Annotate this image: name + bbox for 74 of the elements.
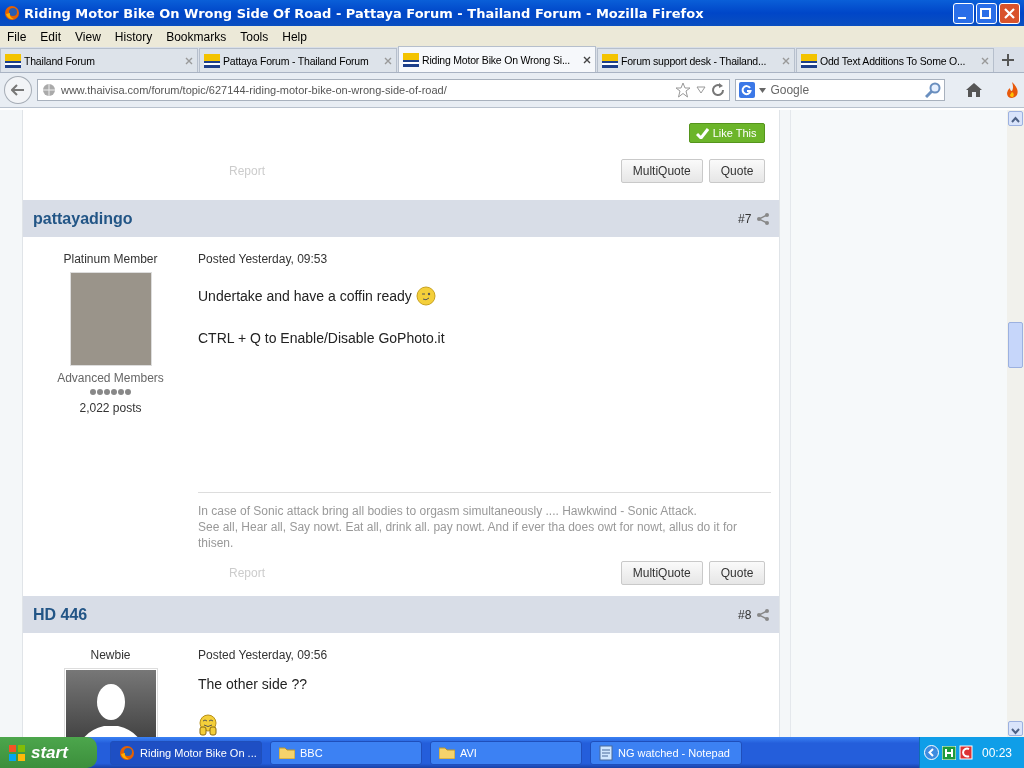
site-logo-icon bbox=[204, 53, 220, 68]
taskbar-button[interactable]: AVI bbox=[430, 740, 582, 765]
search-icon[interactable] bbox=[925, 82, 941, 98]
check-icon bbox=[695, 127, 709, 139]
taskbar-button[interactable]: NG watched - Notepad bbox=[590, 740, 742, 765]
clock: 00:23 bbox=[981, 745, 1012, 760]
globe-icon bbox=[41, 83, 56, 97]
member-group: Advanced Members bbox=[57, 371, 164, 385]
share-icon[interactable] bbox=[757, 608, 770, 621]
site-logo-icon bbox=[801, 53, 817, 68]
star-icon[interactable] bbox=[675, 82, 692, 98]
member-rank: Newbie bbox=[90, 648, 131, 662]
post-date: Posted Yesterday, 09:56 bbox=[198, 648, 329, 662]
share-icon[interactable] bbox=[757, 212, 770, 225]
browser-tab[interactable]: Forum support desk - Thailand... bbox=[597, 48, 795, 72]
thumbs-up-emoji-icon bbox=[198, 714, 218, 736]
wink-emoji-icon bbox=[415, 286, 436, 306]
menu-item[interactable]: Help bbox=[275, 29, 314, 44]
windows-logo-icon bbox=[8, 743, 26, 762]
post-text: The other side ?? bbox=[198, 676, 307, 692]
signature-text: In case of Sonic attack bring all bodies to orgasm simultaneously .... Hawkwind - Sonic Attack. bbox=[198, 503, 698, 519]
menu-item[interactable]: View bbox=[68, 29, 108, 44]
firefox-icon bbox=[119, 744, 135, 761]
start-button[interactable]: start bbox=[0, 737, 97, 768]
dropdown-icon[interactable] bbox=[696, 86, 707, 94]
flame-icon[interactable] bbox=[1004, 81, 1020, 99]
taskbar-button[interactable]: Riding Motor Bike On ... bbox=[110, 740, 262, 765]
chevron-left-icon[interactable] bbox=[924, 745, 939, 760]
folder-icon bbox=[279, 746, 295, 759]
username[interactable]: pattayadingo bbox=[33, 209, 739, 228]
back-button[interactable] bbox=[4, 76, 32, 104]
quote-button[interactable]: Quote bbox=[708, 561, 766, 585]
username[interactable]: HD 446 bbox=[33, 605, 739, 624]
folder-icon bbox=[439, 746, 455, 759]
search-field[interactable]: Google bbox=[735, 79, 945, 101]
firefox-icon bbox=[4, 5, 20, 21]
reload-icon[interactable] bbox=[711, 83, 726, 97]
site-logo-icon bbox=[403, 52, 419, 67]
quote-button[interactable]: MultiQuote bbox=[620, 561, 703, 585]
plus-icon[interactable] bbox=[1002, 54, 1014, 66]
menu-item[interactable]: Tools bbox=[233, 29, 276, 44]
post-count: 2,022 posts bbox=[79, 401, 142, 415]
site-logo-icon bbox=[602, 53, 618, 68]
browser-tab[interactable]: Thailand Forum bbox=[0, 48, 198, 72]
signature-text: See all, Hear all, Say nowt. Eat all, drink all. pay nowt. And if ever tha does owt for nowt, allus do it for thisen. bbox=[198, 519, 738, 551]
post-text: Undertake and have a coffin ready bbox=[198, 288, 412, 304]
notepad-icon bbox=[599, 744, 613, 761]
post-text: CTRL + Q to Enable/Disable GoPhoto.it bbox=[198, 330, 445, 346]
quote-button[interactable]: Quote bbox=[708, 159, 766, 183]
site-logo-icon bbox=[5, 53, 21, 68]
scrollbar[interactable] bbox=[1007, 110, 1024, 737]
member-rank: Platinum Member bbox=[63, 252, 158, 266]
quote-button[interactable]: MultiQuote bbox=[620, 159, 703, 183]
post-number[interactable]: #7 bbox=[738, 211, 752, 226]
close-icon[interactable] bbox=[583, 55, 591, 64]
back-arrow-icon bbox=[10, 84, 25, 96]
taskbar-button[interactable]: BBC bbox=[270, 740, 422, 765]
post-number[interactable]: #8 bbox=[738, 607, 752, 622]
menu-item[interactable]: File bbox=[0, 29, 34, 44]
address-field[interactable]: www.thaivisa.com/forum/topic/627144-riding-motor-bike-on-wrong-side-of-road/ bbox=[36, 79, 731, 101]
post-date: Posted Yesterday, 09:53 bbox=[198, 252, 329, 266]
caret-icon bbox=[759, 87, 767, 93]
window-title: Riding Motor Bike On Wrong Side Of Road - Pattaya Forum - Thailand Forum - Mozilla Firefox bbox=[24, 5, 705, 21]
scroll-thumb[interactable] bbox=[1008, 322, 1023, 368]
menu-item[interactable]: History bbox=[107, 29, 160, 44]
browser-tab[interactable]: Riding Motor Bike On Wrong Si... bbox=[398, 46, 596, 72]
reputation-pips-icon bbox=[90, 389, 131, 395]
browser-tab[interactable]: Odd Text Additions To Some O... bbox=[796, 48, 994, 72]
home-icon[interactable] bbox=[965, 82, 983, 98]
h-tray-icon[interactable] bbox=[942, 745, 956, 760]
google-g-icon bbox=[739, 82, 756, 98]
browser-tab[interactable]: Pattaya Forum - Thailand Forum bbox=[199, 48, 397, 72]
menu-item[interactable]: Edit bbox=[33, 29, 69, 44]
menu-item[interactable]: Bookmarks bbox=[159, 29, 234, 44]
